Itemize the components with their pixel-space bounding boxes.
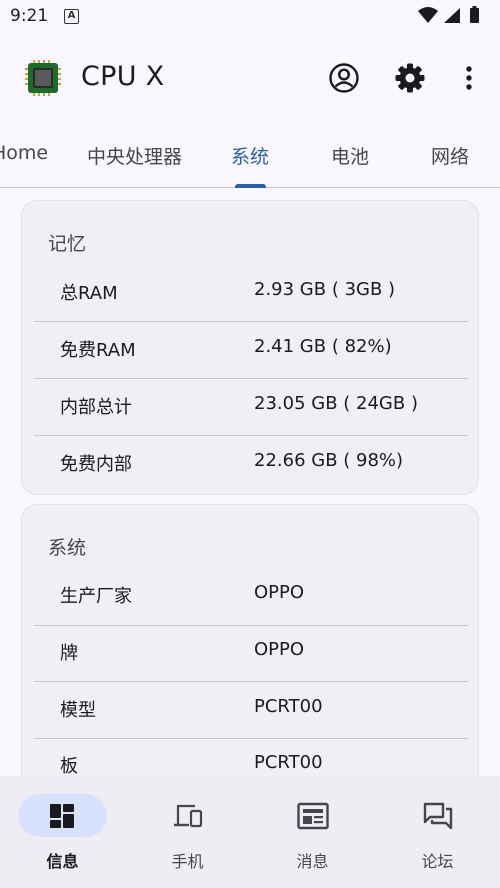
memory-row-internal-free: 免费内部 22.66 GB ( 98%) xyxy=(34,436,468,492)
memory-card-title: 记忆 xyxy=(48,233,87,255)
bottom-nav: 信息 手机 消息 论坛 xyxy=(0,776,500,888)
system-row-brand: 牌 OPPO xyxy=(34,625,468,681)
tab-bar: Home 中央处理器 系统 电池 网络 xyxy=(0,128,500,188)
nav-label: 论坛 xyxy=(421,852,454,871)
row-value: 2.93 GB ( 3GB ) xyxy=(254,279,396,300)
row-label: 板 xyxy=(60,756,78,777)
status-time: 9:21 xyxy=(10,6,49,26)
row-value: PCRT00 xyxy=(254,696,323,717)
devices-icon xyxy=(170,798,206,834)
app-bar: CPU X xyxy=(0,44,500,112)
row-value: OPPO xyxy=(254,582,305,603)
settings-icon[interactable] xyxy=(392,60,428,96)
nav-item-info[interactable]: 信息 xyxy=(0,776,125,888)
system-card-title: 系统 xyxy=(48,537,87,559)
row-label: 牌 xyxy=(60,643,78,664)
tab-system[interactable]: 系统 xyxy=(231,142,269,169)
row-label: 免费RAM xyxy=(60,340,136,361)
memory-row-free-ram: 免费RAM 2.41 GB ( 82%) xyxy=(34,322,468,378)
status-icons xyxy=(418,6,479,23)
tab-indicator xyxy=(235,184,266,188)
memory-row-total-ram: 总RAM 2.93 GB ( 3GB ) xyxy=(34,265,468,321)
newspaper-icon xyxy=(295,798,331,834)
more-vert-icon[interactable] xyxy=(451,60,487,96)
nav-label: 消息 xyxy=(296,852,329,871)
tab-cpu[interactable]: 中央处理器 xyxy=(87,142,182,169)
account-icon[interactable] xyxy=(326,60,362,96)
signal-icon xyxy=(444,8,460,23)
tab-network[interactable]: 网络 xyxy=(431,142,469,169)
tab-home[interactable]: Home xyxy=(0,142,48,164)
status-bar: 9:21 A xyxy=(0,0,500,34)
nav-item-news[interactable]: 消息 xyxy=(250,776,375,888)
row-value: OPPO xyxy=(254,639,305,660)
wifi-icon xyxy=(418,7,438,23)
nav-item-forum[interactable]: 论坛 xyxy=(375,776,500,888)
row-label: 内部总计 xyxy=(60,397,132,418)
row-value: PCRT00 xyxy=(254,752,323,773)
row-value: 2.41 GB ( 82%) xyxy=(254,336,392,357)
row-value: 22.66 GB ( 98%) xyxy=(254,450,404,471)
tab-battery[interactable]: 电池 xyxy=(331,142,369,169)
dashboard-icon xyxy=(44,798,80,834)
system-row-manufacturer: 生产厂家 OPPO xyxy=(34,568,468,624)
nav-label: 信息 xyxy=(46,852,79,871)
memory-row-internal-total: 内部总计 23.05 GB ( 24GB ) xyxy=(34,379,468,435)
memory-card: 记忆 总RAM 2.93 GB ( 3GB ) 免费RAM 2.41 GB ( … xyxy=(21,200,479,495)
system-row-model: 模型 PCRT00 xyxy=(34,682,468,738)
forum-icon xyxy=(420,798,456,834)
app-title: CPU X xyxy=(81,61,165,92)
a-icon: A xyxy=(64,9,79,24)
row-value: 23.05 GB ( 24GB ) xyxy=(254,393,418,414)
cpu-logo-icon xyxy=(25,60,61,96)
row-label: 模型 xyxy=(60,700,96,721)
battery-icon xyxy=(470,6,479,23)
row-label: 总RAM xyxy=(60,283,118,304)
row-label: 生产厂家 xyxy=(60,586,132,607)
nav-item-phone[interactable]: 手机 xyxy=(125,776,250,888)
nav-label: 手机 xyxy=(171,852,204,871)
row-label: 免费内部 xyxy=(60,454,132,475)
